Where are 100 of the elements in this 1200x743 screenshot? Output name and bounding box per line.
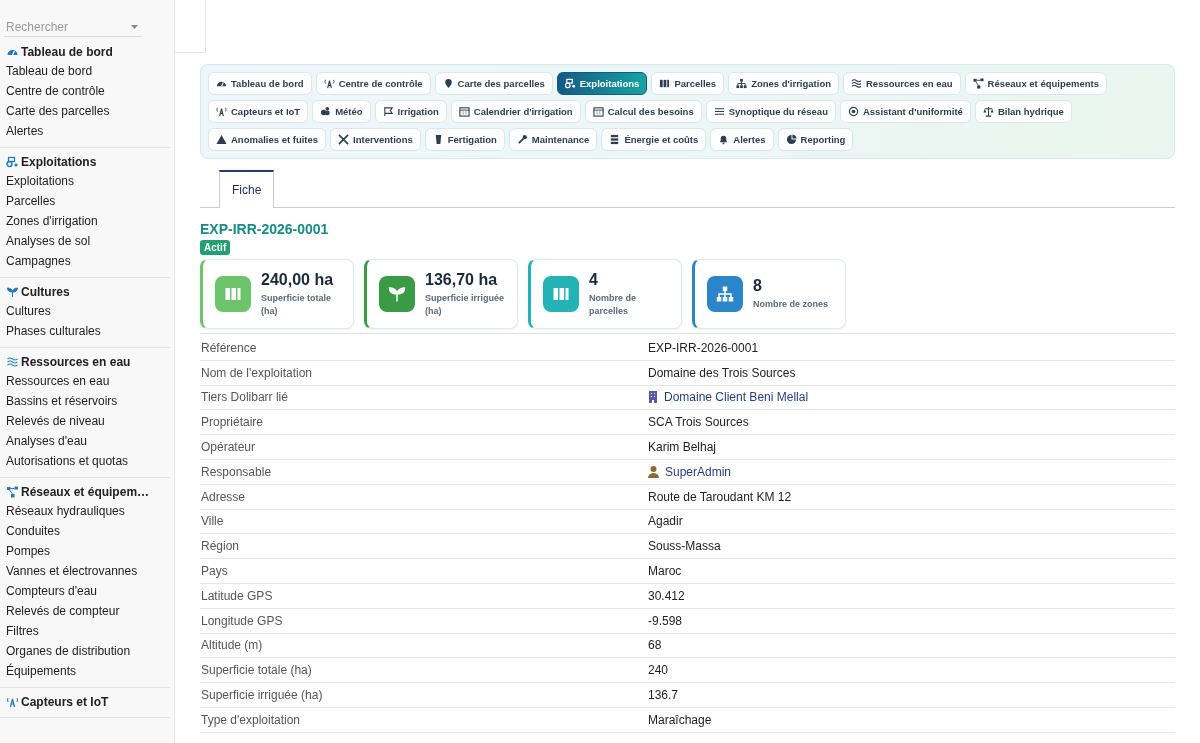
nav-button[interactable]: Maintenance [508,128,598,151]
field-label: Région [200,539,241,554]
nav-button[interactable]: Fertigation [424,128,505,151]
nav-button[interactable]: Synoptique du réseau [705,100,836,123]
sidebar-item[interactable]: Autorisations et quotas [0,451,170,471]
section-heading[interactable]: Ressources en eau [21,355,131,369]
nav-button[interactable]: Centre de contrôle [315,72,431,95]
sidebar-item[interactable]: Campagnes [0,251,170,271]
field-label: Type d'exploitation [200,712,302,727]
stat-value: 8 [753,277,763,295]
sitemap-icon [716,285,734,303]
field-label: Latitude GPS [200,588,274,603]
nav-button[interactable]: Capteurs et IoT [208,100,309,123]
nav-button[interactable]: Interventions [330,128,421,151]
section-heading[interactable]: Exploitations [21,155,97,169]
nav-button[interactable]: Irrigation [374,100,447,123]
record-title: EXP-IRR-2026-0001 [200,221,330,237]
sidebar-item[interactable]: Parcelles [0,191,170,211]
stat-label: Superficie irriguée (ha) [425,291,506,318]
field-label: Responsable [200,464,273,479]
sidebar-item[interactable]: Ressources en eau [0,371,170,391]
field-value: 68 [648,638,662,653]
tab[interactable]: Fiche [219,170,275,208]
sidebar-item[interactable]: Réseaux hydrauliques [0,501,170,521]
water-icon [6,356,19,368]
field-label: Propriétaire [200,415,265,430]
nav-button[interactable]: Énergie et coûts [601,128,707,151]
field-value: Maraîchage [648,712,712,727]
list-icon [713,106,725,117]
nav-button[interactable]: Ressources en eau [843,72,961,95]
antenna-icon [6,696,19,708]
sidebar-item[interactable]: Organes de distribution [0,641,170,661]
sidebar-item[interactable]: Zones d'irrigation [0,211,170,231]
nav-button[interactable]: Bilan hydrique [974,100,1072,123]
nav-button[interactable]: Assistant d'uniformité [839,100,971,123]
search-field[interactable]: Rechercher [4,17,142,37]
nav-button[interactable]: Reporting [777,128,854,151]
nav-button[interactable]: Anomalies et fuites [208,128,327,151]
sidebar-item[interactable]: Phases culturales [0,321,170,341]
sidebar-item[interactable]: Bassins et réservoirs [0,391,170,411]
company-link[interactable]: Domaine Client Beni Mellal [664,390,809,405]
nav-button[interactable]: Zones d'irrigation [728,72,839,95]
map-pin-icon [442,78,454,89]
nav-button[interactable]: Météo [312,100,371,123]
sidebar-item[interactable]: Analyses d'eau [0,431,170,451]
sprout-icon [388,285,406,303]
nav-button[interactable]: Alertes [710,128,774,151]
field-value: SCA Trois Sources [648,415,749,430]
stat-label: Nombre de parcelles [589,291,637,318]
network-icon [972,78,984,89]
sidebar-item[interactable]: Conduites [0,521,170,541]
sidebar-item[interactable]: Compteurs d'eau [0,581,170,601]
field-value: 30.412 [648,588,685,603]
sidebar-item[interactable]: Exploitations [0,171,170,191]
bell-icon [718,134,730,145]
stat-value: 136,70 ha [425,270,499,289]
cloud-icon [320,106,332,117]
pie-chart-icon [785,134,797,145]
sidebar-item[interactable]: Carte des parcelles [0,101,170,121]
stat-label: Superficie totale (ha) [261,291,333,318]
section-heading[interactable]: Tableau de bord [21,45,113,59]
stat-value: 240,00 ha [261,270,335,289]
scale-icon [982,106,994,117]
sidebar-item[interactable]: Analyses de sol [0,231,170,251]
sidebar-item[interactable]: Relevés de niveau [0,411,170,431]
field-value: Agadir [648,514,683,529]
section-heading[interactable]: Cultures [21,285,70,299]
field-value: 240 [648,663,669,678]
nav-button[interactable]: Exploitations [556,72,648,95]
field-value: Karim Belhaj [648,440,717,455]
sidebar-item[interactable]: Vannes et électrovannes [0,561,170,581]
field-value: -9.598 [648,613,683,628]
stat-value: 4 [589,270,599,289]
caret-icon [131,25,138,29]
field-label: Pays [200,564,229,579]
field-value: Maroc [648,564,682,579]
user-link[interactable]: SuperAdmin [665,464,732,479]
field-value: Souss-Massa [648,539,721,554]
field-label: Opérateur [200,440,257,455]
sidebar-item[interactable]: Relevés de compteur [0,601,170,621]
sidebar-item[interactable]: Pompes [0,541,170,561]
sitemap-icon [736,78,748,89]
field-label: Ville [200,514,225,529]
section-heading[interactable]: Capteurs et IoT [21,695,109,709]
sidebar-item[interactable]: Cultures [0,301,170,321]
sidebar-item[interactable]: Équipements [0,661,170,681]
sidebar-item[interactable]: Alertes [0,121,170,141]
field-label: Superficie totale (ha) [200,663,313,678]
nav-button[interactable]: Tableau de bord [208,72,312,95]
status-badge: Actif [200,240,231,255]
nav-button[interactable]: Calendrier d'irrigation [450,100,581,123]
nav-button[interactable]: Carte des parcelles [434,72,553,95]
sidebar-item[interactable]: Filtres [0,621,170,641]
nav-button[interactable]: Parcelles [651,72,725,95]
sidebar-item[interactable]: Centre de contrôle [0,81,170,101]
nav-button[interactable]: Réseaux et équipements [964,72,1107,95]
sidebar-item[interactable]: Tableau de bord [0,61,170,81]
section-heading[interactable]: Réseaux et équipem… [21,485,150,499]
nav-button[interactable]: Calcul des besoins [584,100,702,123]
warning-icon [216,134,227,145]
